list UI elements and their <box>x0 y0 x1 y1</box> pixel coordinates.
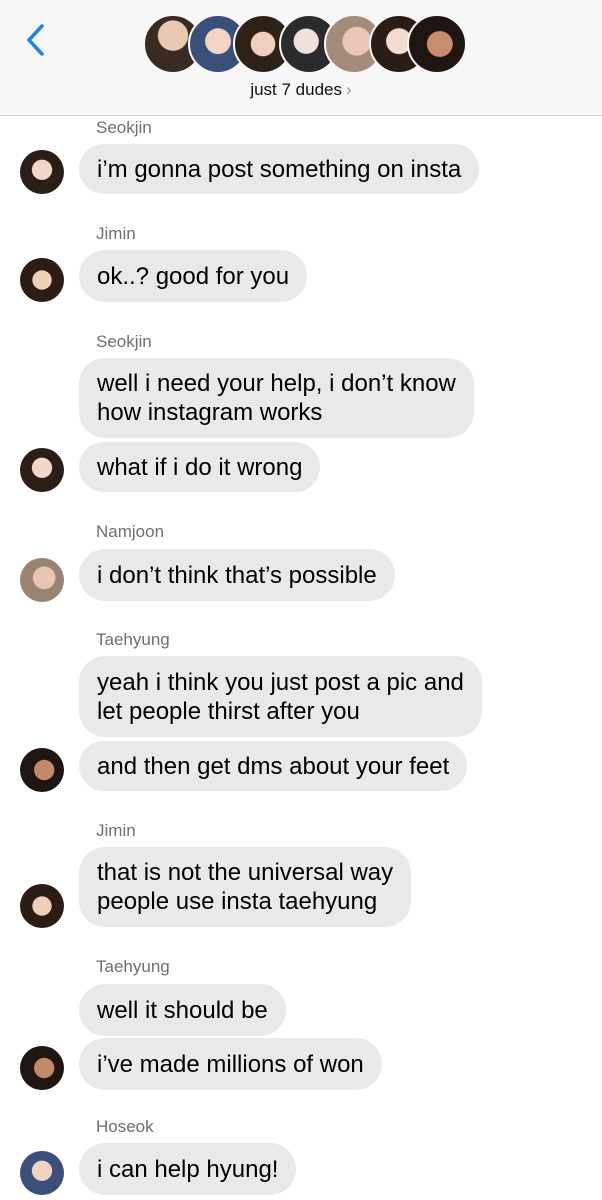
message-bubble[interactable]: that is not the universal way people use… <box>79 847 412 927</box>
message-text: what if i do it wrong <box>97 453 303 481</box>
conversation-header: just 7 dudes › <box>0 0 602 116</box>
message-text: i’ve made millions of won <box>97 1050 364 1078</box>
message-bubble[interactable]: i’m gonna post something on insta <box>79 144 480 194</box>
sender-name: Jimin <box>96 224 136 243</box>
message-text-line-2: people use insta taehyung <box>97 888 378 915</box>
avatar[interactable] <box>20 1151 64 1195</box>
message-text: i’m gonna post something on insta <box>97 155 462 183</box>
message-bubble[interactable]: yeah i think you just post a pic and let… <box>79 656 482 737</box>
message-bubble[interactable]: what if i do it wrong <box>79 442 321 492</box>
chevron-right-icon: › <box>346 80 352 99</box>
message-bubble[interactable]: i’ve made millions of won <box>79 1038 382 1090</box>
avatar[interactable] <box>20 748 64 792</box>
group-avatars[interactable] <box>143 14 467 76</box>
sender-name: Namjoon <box>96 522 165 541</box>
sender-name: Taehyung <box>96 957 170 976</box>
sender-name: Seokjin <box>96 332 152 351</box>
avatar[interactable] <box>20 448 64 492</box>
avatar[interactable] <box>20 1046 64 1090</box>
message-text: i don’t think that’s possible <box>97 561 377 589</box>
group-member-avatar-7 <box>407 14 467 74</box>
message-text: well it should be <box>97 996 268 1024</box>
message-bubble[interactable]: i can help hyung! <box>79 1143 297 1195</box>
message-bubble[interactable]: i don’t think that’s possible <box>79 549 395 601</box>
group-title[interactable]: just 7 dudes › <box>0 80 602 100</box>
avatar[interactable] <box>20 258 64 302</box>
chevron-left-icon <box>27 24 44 56</box>
avatar[interactable] <box>20 884 64 928</box>
sender-name: Jimin <box>96 821 136 840</box>
message-bubble[interactable]: and then get dms about your feet <box>79 741 468 791</box>
message-text: ok..? good for you <box>97 262 290 290</box>
message-text-line-2: let people thirst after you <box>97 697 360 725</box>
sender-name: Taehyung <box>96 630 170 649</box>
avatar[interactable] <box>20 150 64 194</box>
message-bubble[interactable]: well i need your help, i don’t know how … <box>79 358 474 438</box>
message-list[interactable]: Seokjin i’m gonna post something on inst… <box>0 116 602 1200</box>
avatar[interactable] <box>20 558 64 602</box>
back-button[interactable] <box>18 18 52 62</box>
message-bubble[interactable]: well it should be <box>79 984 286 1036</box>
sender-name: Hoseok <box>96 1117 154 1136</box>
group-name: just 7 dudes <box>250 80 342 99</box>
message-text-line-1: yeah i think you just post a pic and <box>97 668 464 696</box>
sender-name: Seokjin <box>96 118 152 137</box>
message-text-line-1: that is not the universal way <box>97 859 394 886</box>
message-bubble[interactable]: ok..? good for you <box>79 250 308 302</box>
message-text: i can help hyung! <box>97 1155 279 1183</box>
message-text-line-1: well i need your help, i don’t know <box>97 370 456 397</box>
message-text-line-2: how instagram works <box>97 399 323 426</box>
message-text: and then get dms about your feet <box>97 752 450 780</box>
